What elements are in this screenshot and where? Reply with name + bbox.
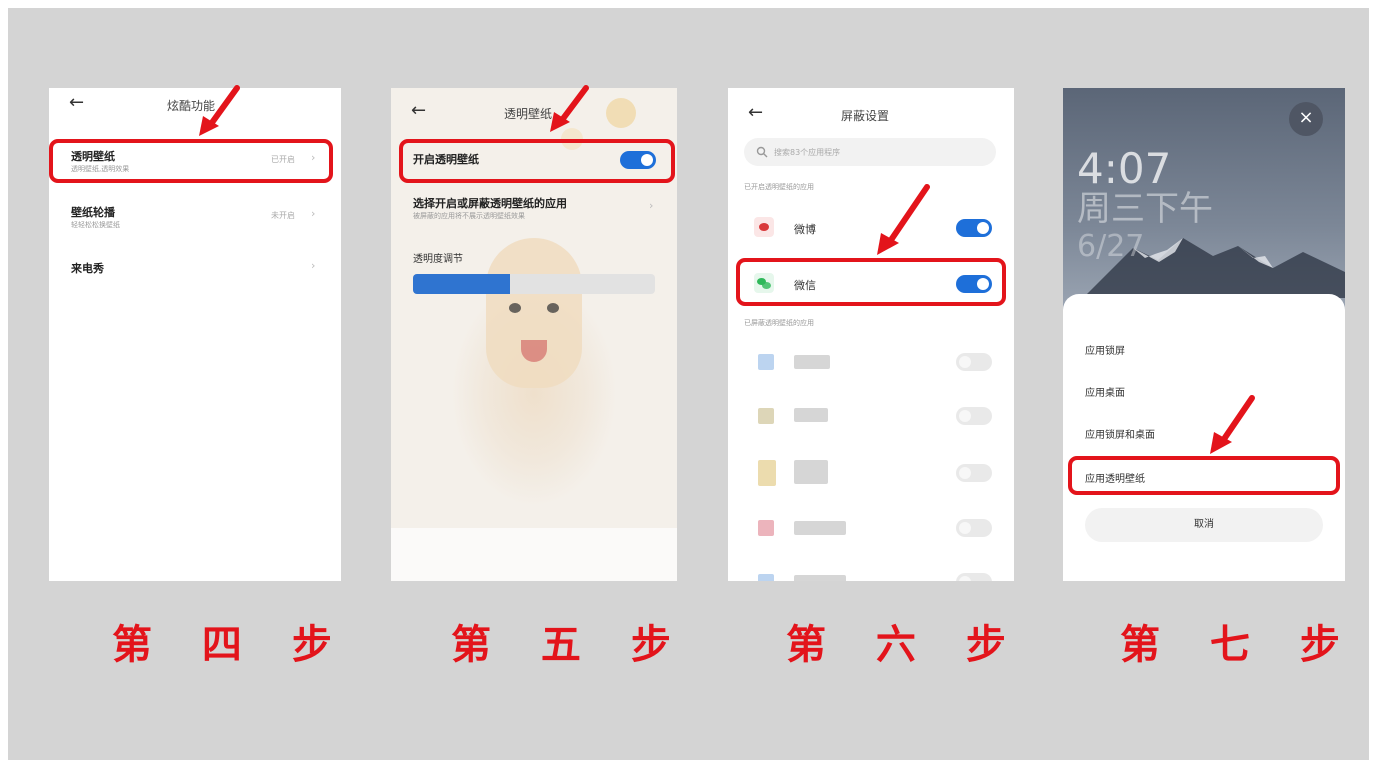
highlight-box [399,139,675,183]
weibo-icon [754,217,774,237]
highlight-box [736,258,1006,306]
search-bar[interactable]: 搜索83个应用程序 [744,138,996,166]
app-icon [758,520,774,536]
puppy-eye [509,303,521,313]
app-name-blurred [794,408,828,422]
chevron-right-icon: › [311,259,316,272]
opacity-label: 透明度调节 [413,254,463,265]
app-icon [758,574,774,581]
menu-item-apply-lockscreen[interactable]: 应用锁屏 [1085,342,1125,357]
row-subtitle: 被屏蔽的应用将不展示透明壁纸效果 [413,212,525,220]
red-arrow-icon [550,85,589,132]
app-name-blurred [794,521,846,535]
search-icon [756,146,768,158]
app-icon [758,354,774,370]
menu-item-apply-both[interactable]: 应用锁屏和桌面 [1085,426,1155,441]
app-icon [758,408,774,424]
app-toggle[interactable] [956,573,992,581]
weibo-toggle[interactable] [956,219,992,237]
close-button[interactable]: × [1289,102,1323,136]
lockscreen-date-secondary: 6/27 [1077,229,1145,264]
highlight-box [49,139,333,183]
bokeh-light [606,98,636,128]
app-toggle[interactable] [956,519,992,537]
list-item[interactable] [728,516,1014,540]
menu-item-apply-desktop[interactable]: 应用桌面 [1085,384,1125,399]
opacity-slider[interactable] [413,274,655,294]
app-name-blurred [794,460,828,484]
row-call-show[interactable]: 来电秀 › [49,254,341,284]
puppy-eye [547,303,559,313]
lockscreen-date: 周三下午 [1077,189,1213,229]
screen-step-6: ← 屏蔽设置 搜索83个应用程序 已开启透明壁纸的应用 微博 微信 已屏蔽透明壁… [728,88,1014,581]
row-title: 选择开启或屏蔽透明壁纸的应用 [413,197,567,210]
section-header: 已开启透明壁纸的应用 [744,183,814,191]
app-toggle[interactable] [956,464,992,482]
fluffy-rug [391,528,677,581]
step-caption-6: 第 六 步 [786,622,1024,668]
list-item[interactable] [728,350,1014,374]
screen-step-7: × 4:07 周三下午 6/27 应用锁屏 应用桌面 应用锁屏和桌面 应用透明壁… [1063,88,1345,581]
row-title: 来电秀 [71,262,104,275]
highlight-box [1068,456,1340,495]
list-item[interactable] [728,570,1014,581]
step-caption-4: 第 四 步 [112,622,350,668]
app-icon [758,460,776,486]
back-arrow-icon[interactable]: ← [411,100,426,121]
puppy-photo [486,238,582,388]
app-name-blurred [794,355,830,369]
app-name: 微博 [794,223,816,236]
section-header: 已屏蔽透明壁纸的应用 [744,319,814,327]
app-name-blurred [794,575,846,581]
back-arrow-icon[interactable]: ← [69,92,84,113]
opacity-slider-fill [413,274,510,294]
chevron-right-icon: › [311,207,316,220]
list-item[interactable] [728,404,1014,428]
row-wallpaper-carousel[interactable]: 壁纸轮播 轻轻松松换壁纸 未开启 › [49,198,341,238]
step-caption-7: 第 七 步 [1120,622,1358,668]
app-row-weibo[interactable]: 微博 [728,216,1014,240]
status-label: 未开启 [271,211,295,220]
row-subtitle: 轻轻松松换壁纸 [71,221,120,229]
app-toggle[interactable] [956,407,992,425]
row-select-apps[interactable]: 选择开启或屏蔽透明壁纸的应用 被屏蔽的应用将不展示透明壁纸效果 › [391,191,677,223]
red-arrow-icon [199,85,240,136]
chevron-right-icon: › [649,199,654,212]
app-toggle[interactable] [956,353,992,371]
page-title: 透明壁纸 [504,107,553,121]
step-caption-5: 第 五 步 [451,622,689,668]
red-arrow-icon [1210,395,1255,454]
search-input[interactable]: 搜索83个应用程序 [774,147,840,158]
page-title: 屏蔽设置 [841,109,890,123]
red-arrow-icon [877,184,930,255]
apply-sheet: 应用锁屏 应用桌面 应用锁屏和桌面 应用透明壁纸 取消 [1063,294,1345,581]
back-arrow-icon[interactable]: ← [748,102,763,123]
list-item[interactable] [728,458,1014,488]
row-title: 壁纸轮播 [71,206,115,219]
cancel-button[interactable]: 取消 [1085,508,1323,542]
lockscreen-time: 4:07 [1077,144,1172,193]
